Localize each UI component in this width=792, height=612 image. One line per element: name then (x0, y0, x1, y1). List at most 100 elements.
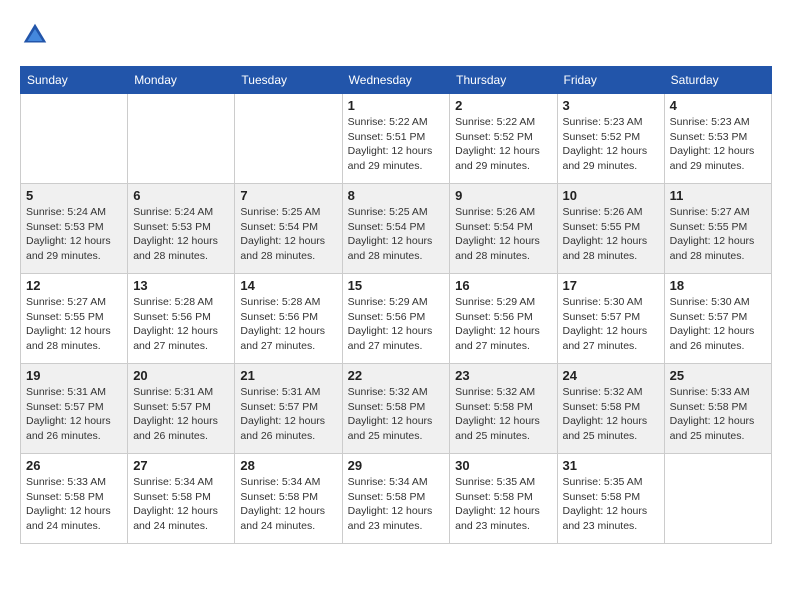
calendar-cell: 13 Sunrise: 5:28 AM Sunset: 5:56 PM Dayli… (128, 274, 235, 364)
calendar-cell: 29 Sunrise: 5:34 AM Sunset: 5:58 PM Dayli… (342, 454, 450, 544)
calendar-cell: 30 Sunrise: 5:35 AM Sunset: 5:58 PM Dayli… (450, 454, 557, 544)
calendar-cell (664, 454, 771, 544)
calendar-cell (128, 94, 235, 184)
day-number: 1 (348, 98, 445, 113)
day-info: Sunrise: 5:30 AM Sunset: 5:57 PM Dayligh… (670, 295, 766, 354)
calendar-cell: 3 Sunrise: 5:23 AM Sunset: 5:52 PM Daylig… (557, 94, 664, 184)
day-info: Sunrise: 5:24 AM Sunset: 5:53 PM Dayligh… (133, 205, 229, 264)
day-number: 3 (563, 98, 659, 113)
day-number: 17 (563, 278, 659, 293)
day-info: Sunrise: 5:24 AM Sunset: 5:53 PM Dayligh… (26, 205, 122, 264)
day-info: Sunrise: 5:30 AM Sunset: 5:57 PM Dayligh… (563, 295, 659, 354)
calendar-cell: 28 Sunrise: 5:34 AM Sunset: 5:58 PM Dayli… (235, 454, 342, 544)
day-info: Sunrise: 5:26 AM Sunset: 5:54 PM Dayligh… (455, 205, 551, 264)
day-info: Sunrise: 5:32 AM Sunset: 5:58 PM Dayligh… (563, 385, 659, 444)
day-info: Sunrise: 5:25 AM Sunset: 5:54 PM Dayligh… (240, 205, 336, 264)
day-info: Sunrise: 5:35 AM Sunset: 5:58 PM Dayligh… (455, 475, 551, 534)
day-number: 19 (26, 368, 122, 383)
calendar-cell: 26Sunrise: 5:33 AM Sunset: 5:58 PM Dayli… (21, 454, 128, 544)
calendar-cell: 5 Sunrise: 5:24 AM Sunset: 5:53 PM Daylig… (21, 184, 128, 274)
day-number: 29 (348, 458, 445, 473)
calendar-cell: 19 Sunrise: 5:31 AM Sunset: 5:57 PM Dayli… (21, 364, 128, 454)
calendar-header-saturday: Saturday (664, 67, 771, 94)
day-number: 11 (670, 188, 766, 203)
day-number: 18 (670, 278, 766, 293)
day-number: 9 (455, 188, 551, 203)
calendar-cell: 14 Sunrise: 5:28 AM Sunset: 5:56 PM Dayli… (235, 274, 342, 364)
day-info: Sunrise: 5:31 AM Sunset: 5:57 PM Dayligh… (26, 385, 122, 444)
calendar-week-2: 5 Sunrise: 5:24 AM Sunset: 5:53 PM Daylig… (21, 184, 772, 274)
logo-icon (20, 20, 50, 50)
calendar-week-4: 19 Sunrise: 5:31 AM Sunset: 5:57 PM Dayli… (21, 364, 772, 454)
day-number: 22 (348, 368, 445, 383)
calendar-cell: 27 Sunrise: 5:34 AM Sunset: 5:58 PM Dayli… (128, 454, 235, 544)
calendar-header-sunday: Sunday (21, 67, 128, 94)
day-info: Sunrise: 5:22 AM Sunset: 5:51 PM Dayligh… (348, 115, 445, 174)
day-info: Sunrise: 5:34 AM Sunset: 5:58 PM Dayligh… (133, 475, 229, 534)
day-info: Sunrise: 5:34 AM Sunset: 5:58 PM Dayligh… (348, 475, 445, 534)
day-info: Sunrise: 5:33 AM Sunset: 5:58 PM Dayligh… (670, 385, 766, 444)
calendar-cell: 22 Sunrise: 5:32 AM Sunset: 5:58 PM Dayli… (342, 364, 450, 454)
day-info: Sunrise: 5:29 AM Sunset: 5:56 PM Dayligh… (455, 295, 551, 354)
day-info: Sunrise: 5:32 AM Sunset: 5:58 PM Dayligh… (348, 385, 445, 444)
day-info: Sunrise: 5:34 AM Sunset: 5:58 PM Dayligh… (240, 475, 336, 534)
day-info: Sunrise: 5:33 AM Sunset: 5:58 PM Dayligh… (26, 475, 122, 534)
day-info: Sunrise: 5:23 AM Sunset: 5:53 PM Dayligh… (670, 115, 766, 174)
day-info: Sunrise: 5:29 AM Sunset: 5:56 PM Dayligh… (348, 295, 445, 354)
day-number: 6 (133, 188, 229, 203)
calendar-cell: 8Sunrise: 5:25 AM Sunset: 5:54 PM Daylig… (342, 184, 450, 274)
day-info: Sunrise: 5:28 AM Sunset: 5:56 PM Dayligh… (133, 295, 229, 354)
calendar-week-1: 1 Sunrise: 5:22 AM Sunset: 5:51 PM Daylig… (21, 94, 772, 184)
day-number: 13 (133, 278, 229, 293)
day-number: 25 (670, 368, 766, 383)
calendar-cell: 6 Sunrise: 5:24 AM Sunset: 5:53 PM Daylig… (128, 184, 235, 274)
day-number: 24 (563, 368, 659, 383)
day-info: Sunrise: 5:31 AM Sunset: 5:57 PM Dayligh… (133, 385, 229, 444)
logo (20, 20, 54, 50)
day-info: Sunrise: 5:35 AM Sunset: 5:58 PM Dayligh… (563, 475, 659, 534)
day-number: 10 (563, 188, 659, 203)
day-number: 28 (240, 458, 336, 473)
day-info: Sunrise: 5:23 AM Sunset: 5:52 PM Dayligh… (563, 115, 659, 174)
calendar-cell: 18 Sunrise: 5:30 AM Sunset: 5:57 PM Dayli… (664, 274, 771, 364)
calendar-week-3: 12 Sunrise: 5:27 AM Sunset: 5:55 PM Dayli… (21, 274, 772, 364)
day-number: 5 (26, 188, 122, 203)
calendar-header-wednesday: Wednesday (342, 67, 450, 94)
day-info: Sunrise: 5:28 AM Sunset: 5:56 PM Dayligh… (240, 295, 336, 354)
calendar-header-row: SundayMondayTuesdayWednesdayThursdayFrid… (21, 67, 772, 94)
day-number: 30 (455, 458, 551, 473)
calendar-week-5: 26Sunrise: 5:33 AM Sunset: 5:58 PM Dayli… (21, 454, 772, 544)
page-header (20, 20, 772, 50)
day-info: Sunrise: 5:31 AM Sunset: 5:57 PM Dayligh… (240, 385, 336, 444)
calendar-cell: 25 Sunrise: 5:33 AM Sunset: 5:58 PM Dayli… (664, 364, 771, 454)
calendar-cell: 7 Sunrise: 5:25 AM Sunset: 5:54 PM Daylig… (235, 184, 342, 274)
calendar-cell: 24 Sunrise: 5:32 AM Sunset: 5:58 PM Dayli… (557, 364, 664, 454)
calendar-cell (235, 94, 342, 184)
day-number: 7 (240, 188, 336, 203)
calendar-cell: 17 Sunrise: 5:30 AM Sunset: 5:57 PM Dayli… (557, 274, 664, 364)
calendar-cell: 31 Sunrise: 5:35 AM Sunset: 5:58 PM Dayli… (557, 454, 664, 544)
day-number: 15 (348, 278, 445, 293)
calendar-cell: 20Sunrise: 5:31 AM Sunset: 5:57 PM Dayli… (128, 364, 235, 454)
day-number: 2 (455, 98, 551, 113)
calendar: SundayMondayTuesdayWednesdayThursdayFrid… (20, 66, 772, 544)
day-number: 23 (455, 368, 551, 383)
calendar-cell: 21Sunrise: 5:31 AM Sunset: 5:57 PM Dayli… (235, 364, 342, 454)
calendar-cell: 15 Sunrise: 5:29 AM Sunset: 5:56 PM Dayli… (342, 274, 450, 364)
calendar-cell: 1 Sunrise: 5:22 AM Sunset: 5:51 PM Daylig… (342, 94, 450, 184)
day-number: 4 (670, 98, 766, 113)
calendar-cell: 12 Sunrise: 5:27 AM Sunset: 5:55 PM Dayli… (21, 274, 128, 364)
day-info: Sunrise: 5:26 AM Sunset: 5:55 PM Dayligh… (563, 205, 659, 264)
day-info: Sunrise: 5:27 AM Sunset: 5:55 PM Dayligh… (26, 295, 122, 354)
day-info: Sunrise: 5:32 AM Sunset: 5:58 PM Dayligh… (455, 385, 551, 444)
calendar-header-thursday: Thursday (450, 67, 557, 94)
calendar-cell: 4 Sunrise: 5:23 AM Sunset: 5:53 PM Daylig… (664, 94, 771, 184)
day-number: 27 (133, 458, 229, 473)
calendar-header-friday: Friday (557, 67, 664, 94)
day-info: Sunrise: 5:22 AM Sunset: 5:52 PM Dayligh… (455, 115, 551, 174)
calendar-header-tuesday: Tuesday (235, 67, 342, 94)
day-number: 12 (26, 278, 122, 293)
day-number: 14 (240, 278, 336, 293)
day-number: 31 (563, 458, 659, 473)
calendar-cell: 10 Sunrise: 5:26 AM Sunset: 5:55 PM Dayli… (557, 184, 664, 274)
